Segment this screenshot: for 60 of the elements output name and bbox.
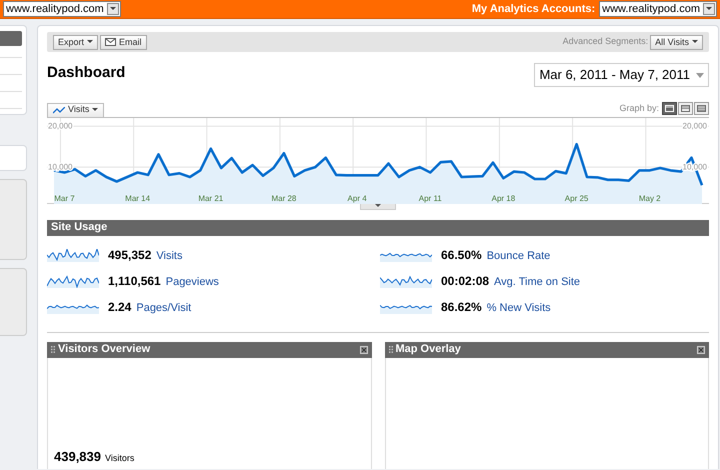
envelope-icon [105,38,116,46]
section-header: Site Usage [47,220,709,236]
metric-value: 495,352 [108,247,152,264]
sidebar-box [0,145,27,171]
site-dropdown[interactable]: www.realitypod.com [3,1,121,17]
metric-value: 66.50% [441,247,482,264]
metric-link[interactable]: Bounce Rate [486,248,550,265]
page-title: Dashboard [47,63,126,83]
accounts-dropdown[interactable]: www.realitypod.com [599,1,717,18]
y-axis-label: 20,000 [48,121,72,130]
close-icon[interactable] [360,346,368,354]
drag-handle-icon[interactable] [388,346,392,353]
metric-value: 86.62% [441,299,482,316]
x-axis-label: Apr 11 [418,194,442,202]
segments-dropdown[interactable]: All Visits [650,34,703,50]
line-chart-icon [53,106,65,114]
metric-value: 1,110,561 [108,273,161,290]
sparkline-drawing [47,249,99,262]
x-axis-label: Mar 21 [198,194,224,202]
week-view-button[interactable] [678,102,693,116]
sparkline-drawing [47,275,99,288]
metric-link[interactable]: % New Visits [486,300,551,317]
x-axis-label: Mar 28 [271,194,296,202]
export-button[interactable]: Export [53,34,98,50]
x-axis-label: Apr 18 [492,194,516,202]
graph-by-label: Graph by: [619,102,659,115]
metric-link[interactable]: Avg. Time on Site [494,274,580,291]
caret-icon [92,108,98,112]
segments-label: Advanced Segments: [562,35,648,48]
x-axis-label: Apr 25 [564,194,588,202]
metric-tab[interactable]: Visits [47,102,104,116]
metric-value: 2.24 [108,299,132,316]
day-view-button[interactable] [662,102,677,116]
metric-value: 00:02:08 [441,273,490,290]
visitors-label: Visitors [105,452,134,465]
caret-icon [706,7,712,12]
month-view-button[interactable] [694,102,709,116]
x-axis-label: Mar 7 [54,194,75,202]
x-axis-label: Apr 4 [348,194,367,202]
panel-title: Map Overlay [396,342,462,358]
metric-link[interactable]: Pages/Visit [136,300,192,317]
y-axis-label: 10,000 [48,162,72,172]
y-axis-label: 20,000 [682,121,707,130]
email-button[interactable]: Email [100,34,147,50]
visitors-count: 439,839 [54,448,101,466]
close-icon[interactable] [697,346,705,354]
caret-icon [87,40,94,44]
caret-icon [692,40,698,44]
metric-link[interactable]: Pageviews [166,274,219,291]
caret-icon [110,7,116,11]
metric-link[interactable]: Visits [156,248,182,265]
sparkline-drawing [380,275,432,288]
x-axis-label: Mar 14 [125,194,150,202]
x-axis-label: May 2 [638,194,661,202]
drag-handle-icon[interactable] [51,346,55,353]
date-range-picker[interactable]: Mar 6, 2011 - May 7, 2011 [534,63,709,87]
accounts-label: My Analytics Accounts: [472,2,596,17]
sidebar-panel [0,268,27,336]
caret-icon [696,72,704,78]
panel-title: Visitors Overview [58,342,152,358]
